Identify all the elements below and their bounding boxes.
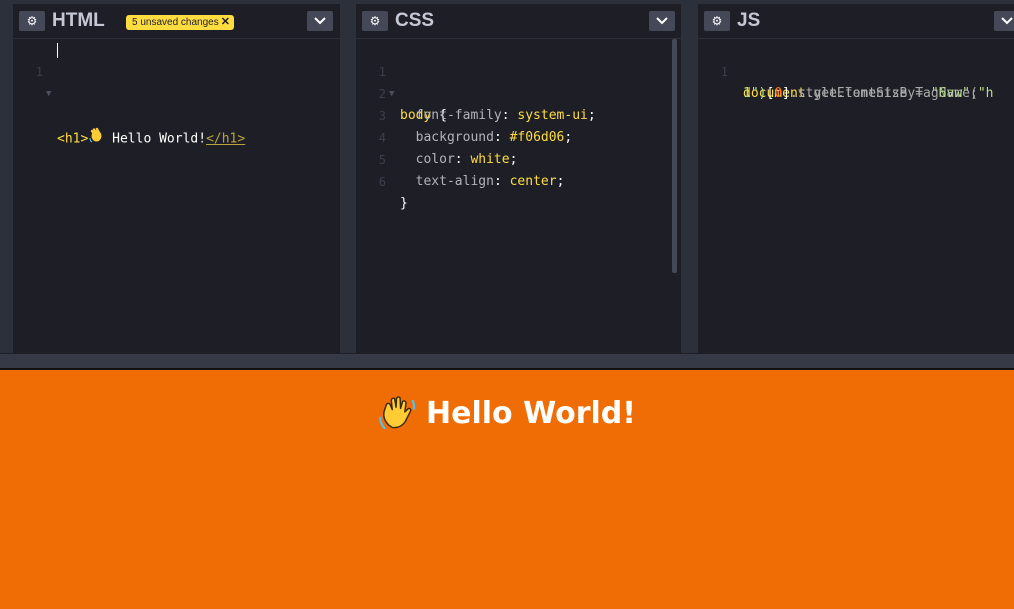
preview-pane: Hello World! bbox=[0, 370, 1014, 609]
css-settings-button[interactable]: ⚙ bbox=[362, 11, 388, 31]
js-token: ] bbox=[782, 86, 790, 101]
code-line: 5 text-align: center; bbox=[356, 127, 681, 189]
js-token: 1") bbox=[743, 86, 767, 101]
html-settings-button[interactable]: ⚙ bbox=[19, 11, 45, 31]
js-pane-title: JS bbox=[737, 10, 761, 31]
code-line: 4 color: white; bbox=[356, 105, 681, 167]
js-pane-menu-button[interactable] bbox=[994, 11, 1014, 31]
code-line: 1")[0].style.fontSize = "6vw"; bbox=[698, 61, 1014, 101]
text-cursor bbox=[57, 43, 58, 58]
code-text: 1")[0].style.fontSize = "6vw"; bbox=[743, 83, 978, 105]
js-token: "6vw" bbox=[930, 86, 970, 101]
waving-hand-icon bbox=[88, 127, 104, 151]
gear-icon: ⚙ bbox=[711, 14, 723, 28]
css-scrollbar[interactable] bbox=[672, 39, 677, 273]
editors-area: ⚙ HTML 5 unsaved changes ✕ 1 ▼ <h1> Hello… bbox=[0, 0, 1014, 353]
preview-resize-handle[interactable] bbox=[0, 353, 1014, 369]
code-line: 1 ▼ <h1> Hello World!</h1> bbox=[13, 39, 340, 147]
h1-open-tag: <h1> bbox=[57, 131, 89, 147]
chevron-down-icon bbox=[314, 17, 326, 25]
html-editor-pane: ⚙ HTML 5 unsaved changes ✕ 1 ▼ <h1> Hello… bbox=[13, 4, 340, 353]
line-number: 6 bbox=[378, 175, 386, 189]
css-code-area[interactable]: 1 ▼ body { 2 font-family: system-ui; 3 b… bbox=[356, 39, 681, 353]
js-pane-header: ⚙ JS bbox=[698, 4, 1014, 39]
h1-content: Hello World! bbox=[104, 131, 207, 147]
code-text: <h1> Hello World!</h1> bbox=[57, 127, 245, 151]
close-icon[interactable]: ✕ bbox=[221, 15, 230, 30]
code-line: 6 } bbox=[356, 149, 681, 211]
code-line: 2 font-family: system-ui; bbox=[356, 61, 681, 123]
js-token: .style.fontSize = bbox=[789, 86, 931, 101]
html-code-area[interactable]: 1 ▼ <h1> Hello World!</h1> bbox=[13, 39, 340, 353]
unsaved-changes-label: 5 unsaved changes bbox=[132, 17, 219, 28]
html-pane-title: HTML bbox=[52, 10, 105, 31]
css-value: center bbox=[509, 174, 557, 189]
gear-icon: ⚙ bbox=[369, 14, 381, 28]
css-pane-title: CSS bbox=[395, 10, 435, 31]
chevron-down-icon bbox=[656, 17, 668, 25]
css-editor-pane: ⚙ CSS 1 ▼ body { 2 font-family: system-u… bbox=[356, 4, 681, 353]
code-line: 1 document.getElementsByTagName("h bbox=[698, 39, 1014, 101]
js-editor-pane: ⚙ JS 1 document.getElementsByTagName("h … bbox=[698, 4, 1014, 353]
chevron-down-icon bbox=[1001, 17, 1013, 25]
waving-hand-icon bbox=[378, 393, 416, 445]
line-number: 1 bbox=[35, 65, 43, 79]
css-pane-header: ⚙ CSS bbox=[356, 4, 681, 39]
js-token: 0 bbox=[774, 86, 783, 101]
js-code-area[interactable]: 1 document.getElementsByTagName("h 1")[0… bbox=[698, 39, 1014, 353]
js-token: ; bbox=[970, 86, 978, 101]
code-text: text-align: center; bbox=[415, 174, 565, 189]
html-pane-header: ⚙ HTML 5 unsaved changes ✕ bbox=[13, 4, 340, 39]
js-settings-button[interactable]: ⚙ bbox=[704, 11, 730, 31]
code-line: 3 background: #f06d06; bbox=[356, 83, 681, 145]
preview-heading: Hello World! bbox=[0, 391, 1014, 445]
fold-arrow-icon[interactable]: ▼ bbox=[46, 83, 51, 105]
h1-close-tag: </h1> bbox=[206, 131, 246, 147]
html-pane-menu-button[interactable] bbox=[307, 11, 333, 31]
preview-heading-text: Hello World! bbox=[426, 396, 636, 431]
css-property: text-align bbox=[415, 174, 494, 189]
code-line: 1 ▼ body { bbox=[356, 39, 681, 123]
css-pane-menu-button[interactable] bbox=[649, 11, 675, 31]
css-close-brace: } bbox=[400, 196, 408, 211]
js-token: "h bbox=[977, 86, 994, 101]
gear-icon: ⚙ bbox=[26, 14, 38, 28]
code-text: } bbox=[400, 193, 408, 215]
unsaved-changes-badge[interactable]: 5 unsaved changes ✕ bbox=[126, 15, 234, 30]
